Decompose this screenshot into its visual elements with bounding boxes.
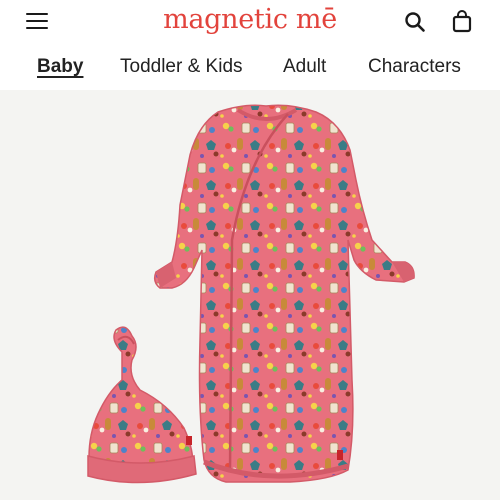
top-bar: magnetic mē — [0, 0, 500, 44]
nav-item-baby[interactable]: Baby — [37, 56, 83, 78]
gown-image — [153, 104, 415, 483]
shopping-bag-icon[interactable] — [452, 9, 472, 33]
product-illustration — [87, 104, 415, 484]
knot-hat-image — [87, 326, 197, 484]
nav-item-adult[interactable]: Adult — [283, 56, 326, 78]
category-nav: Baby Toddler & Kids Adult Characters — [0, 48, 500, 88]
nav-item-characters[interactable]: Characters — [368, 56, 461, 78]
product-image[interactable] — [0, 90, 500, 500]
nav-item-toddler-kids[interactable]: Toddler & Kids — [120, 56, 243, 78]
search-icon[interactable] — [404, 11, 426, 33]
